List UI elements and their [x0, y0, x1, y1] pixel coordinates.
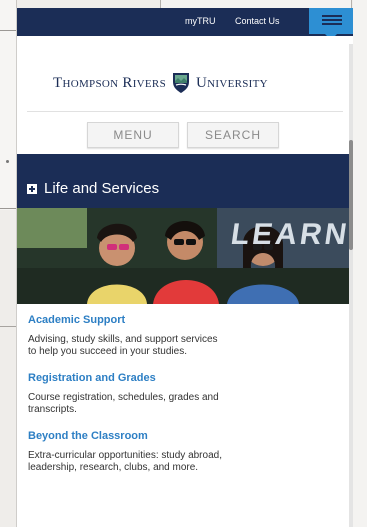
mytru-link[interactable]: myTRU: [185, 16, 216, 26]
item-description: Course registration, schedules, grades a…: [28, 392, 219, 415]
contact-us-link[interactable]: Contact Us: [235, 16, 280, 26]
section-header[interactable]: Life and Services: [17, 154, 353, 208]
background-rule: [0, 208, 16, 209]
plus-icon: [27, 184, 37, 194]
logo-text-right: University: [196, 74, 268, 91]
registration-and-grades-link[interactable]: Registration and Grades: [28, 372, 328, 384]
list-item: Registration and Grades Course registrat…: [28, 372, 328, 416]
hamburger-icon: [322, 15, 342, 25]
mobile-screen: myTRU Contact Us Thompson Rivers Univers…: [17, 8, 353, 527]
university-logo[interactable]: Thompson Rivers University: [53, 68, 268, 98]
menu-button[interactable]: MENU: [87, 122, 179, 148]
hero-photo: LEARN: [17, 208, 353, 304]
scrollbar-thumb[interactable]: [349, 140, 353, 250]
background-rule: [0, 326, 16, 327]
section-title: Life and Services: [44, 180, 160, 197]
services-list: Academic Support Advising, study skills,…: [28, 314, 328, 488]
scrollbar[interactable]: [349, 44, 353, 527]
background-mark: [6, 160, 9, 163]
background-page-right: [353, 0, 367, 527]
academic-support-link[interactable]: Academic Support: [28, 314, 328, 326]
item-description: Extra-curricular opportunities: study ab…: [28, 450, 222, 473]
site-header: Thompson Rivers University MENU SEARCH: [17, 36, 353, 154]
shield-icon: [172, 72, 190, 94]
background-page-left: [0, 0, 17, 210]
utility-bar: myTRU Contact Us: [17, 8, 353, 40]
background-rule: [0, 30, 16, 31]
menu-toggle-button[interactable]: [309, 8, 353, 40]
beyond-the-classroom-link[interactable]: Beyond the Classroom: [28, 430, 328, 442]
header-divider: [27, 111, 343, 112]
list-item: Beyond the Classroom Extra-curricular op…: [28, 430, 328, 474]
search-button[interactable]: SEARCH: [187, 122, 279, 148]
logo-text-left: Thompson Rivers: [53, 74, 166, 91]
hero-sign-text: LEARN: [228, 218, 352, 251]
background-page-top: [160, 0, 352, 8]
item-description: Advising, study skills, and support serv…: [28, 334, 218, 357]
list-item: Academic Support Advising, study skills,…: [28, 314, 328, 358]
